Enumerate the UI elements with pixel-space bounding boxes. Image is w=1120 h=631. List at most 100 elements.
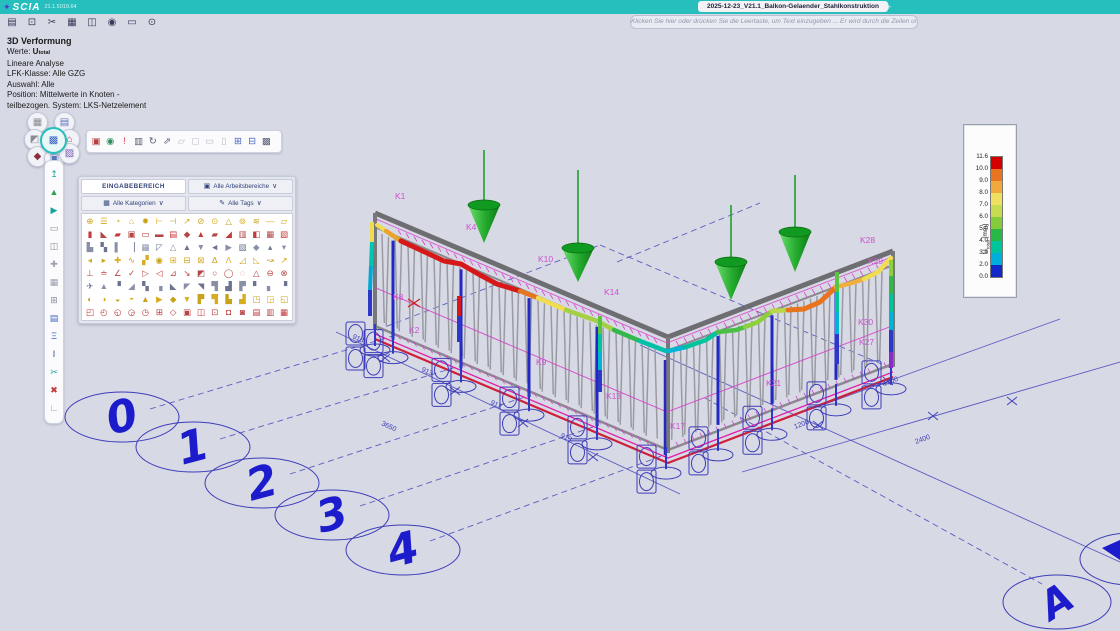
command-icon[interactable]: ▼: [180, 293, 194, 306]
command-icon[interactable]: ▸: [97, 254, 111, 267]
intersect-icon[interactable]: ⊞: [50, 291, 58, 309]
command-icon[interactable]: Λ: [222, 254, 236, 267]
command-icon[interactable]: ◉: [152, 254, 166, 267]
command-icon[interactable]: ▣: [180, 306, 194, 319]
command-icon[interactable]: ▦: [263, 228, 277, 241]
command-icon[interactable]: ▬: [152, 228, 166, 241]
command-icon[interactable]: ◐: [83, 293, 97, 306]
command-icon[interactable]: ▝: [111, 280, 125, 293]
command-icon[interactable]: ▣: [125, 228, 139, 241]
command-icon[interactable]: ◸: [152, 241, 166, 254]
command-icon[interactable]: ⊚: [236, 215, 250, 228]
command-icon[interactable]: ⊟: [180, 254, 194, 267]
command-icon[interactable]: ▲: [180, 241, 194, 254]
camera-icon[interactable]: ◉: [103, 136, 117, 147]
command-icon[interactable]: ◇: [166, 306, 180, 319]
command-icon[interactable]: ◺: [249, 254, 263, 267]
command-icon[interactable]: ▜: [208, 293, 222, 306]
command-icon[interactable]: ▭: [138, 228, 152, 241]
command-icon[interactable]: ⊘: [194, 215, 208, 228]
command-icon[interactable]: △: [249, 267, 263, 280]
command-icon[interactable]: ◯: [222, 267, 236, 280]
command-icon[interactable]: ⊣: [166, 215, 180, 228]
text-cursor-icon[interactable]: I: [53, 345, 56, 363]
print-icon[interactable]: ▦: [62, 15, 82, 31]
new-project-icon[interactable]: ▤: [2, 15, 22, 31]
command-icon[interactable]: —: [263, 215, 277, 228]
command-icon[interactable]: ▲: [194, 228, 208, 241]
command-icon[interactable]: ▝: [277, 280, 291, 293]
command-icon[interactable]: ⊕: [83, 215, 97, 228]
command-icon[interactable]: ▦: [277, 306, 291, 319]
command-icon[interactable]: ▱: [277, 215, 291, 228]
command-icon[interactable]: ↗: [180, 215, 194, 228]
command-icon[interactable]: ☰: [97, 215, 111, 228]
axis-corner-icon[interactable]: ∟: [50, 399, 59, 417]
command-icon[interactable]: ◢: [125, 280, 139, 293]
workspaces-filter[interactable]: ▣ Alle Arbeitsbereiche ∨: [188, 179, 293, 194]
clip-d-icon[interactable]: ▯: [217, 136, 231, 147]
command-icon[interactable]: ○: [208, 267, 222, 280]
command-icon[interactable]: ▮: [83, 228, 97, 241]
window-select-icon[interactable]: ◫: [50, 237, 59, 255]
move-up-icon[interactable]: ▲: [50, 183, 59, 201]
command-icon[interactable]: ◰: [83, 306, 97, 319]
command-icon[interactable]: ◳: [249, 293, 263, 306]
command-icon[interactable]: ◫: [194, 306, 208, 319]
command-icon[interactable]: ▘: [249, 280, 263, 293]
perspective-icon[interactable]: ▩: [259, 136, 273, 147]
command-icon[interactable]: ◣: [97, 228, 111, 241]
cut-tools-icon[interactable]: ✂: [42, 15, 62, 31]
command-icon[interactable]: ↝: [263, 254, 277, 267]
command-icon[interactable]: ◣: [166, 280, 180, 293]
command-icon[interactable]: ▥: [263, 306, 277, 319]
command-icon[interactable]: ◁: [152, 267, 166, 280]
command-icon[interactable]: ◓: [125, 293, 139, 306]
command-icon[interactable]: ▤: [249, 306, 263, 319]
command-icon[interactable]: ◌: [236, 267, 250, 280]
command-icon[interactable]: ▴: [263, 241, 277, 254]
clip-b-icon[interactable]: ◻: [188, 136, 202, 147]
command-icon[interactable]: △: [222, 215, 236, 228]
command-icon[interactable]: ◆: [249, 241, 263, 254]
command-icon[interactable]: ▲: [97, 280, 111, 293]
database-icon[interactable]: ◫: [82, 15, 102, 31]
command-icon[interactable]: ◢: [222, 228, 236, 241]
command-icon[interactable]: ▾: [277, 241, 291, 254]
view-icon[interactable]: ◉: [102, 15, 122, 31]
command-icon[interactable]: ∿: [125, 254, 139, 267]
command-icon[interactable]: ◵: [111, 306, 125, 319]
grid-snap-icon[interactable]: ▦: [50, 273, 59, 291]
command-icon[interactable]: ↗: [277, 254, 291, 267]
tags-filter[interactable]: ✎ Alle Tags ∨: [188, 196, 293, 211]
export-icon[interactable]: ⊡: [22, 15, 42, 31]
command-icon[interactable]: ⊠: [194, 254, 208, 267]
command-icon[interactable]: ▦: [138, 241, 152, 254]
command-icon[interactable]: ▞: [138, 254, 152, 267]
command-icon[interactable]: ◿: [236, 254, 250, 267]
command-icon[interactable]: ◔: [111, 215, 125, 228]
command-icon[interactable]: ✈: [83, 280, 97, 293]
command-icon[interactable]: ◥: [194, 280, 208, 293]
rotate-icon[interactable]: ↻: [146, 136, 160, 147]
command-icon[interactable]: ▟: [222, 280, 236, 293]
command-icon[interactable]: ◆: [166, 293, 180, 306]
command-icon[interactable]: ▶: [222, 241, 236, 254]
box-select-icon[interactable]: ▭: [50, 219, 59, 237]
command-icon[interactable]: ▚: [97, 241, 111, 254]
command-icon[interactable]: ◂: [83, 254, 97, 267]
command-icon[interactable]: ▚: [138, 280, 152, 293]
command-icon[interactable]: ◩: [194, 267, 208, 280]
command-icon[interactable]: ▥: [236, 228, 250, 241]
command-icon[interactable]: ▧: [277, 228, 291, 241]
command-icon[interactable]: ▶: [152, 293, 166, 306]
wire-model-icon[interactable]: ▩: [40, 127, 67, 154]
command-icon[interactable]: ▌: [111, 241, 125, 254]
command-icon[interactable]: ▷: [138, 267, 152, 280]
select-up-icon[interactable]: ↥: [50, 165, 58, 183]
command-icon[interactable]: ⊢: [152, 215, 166, 228]
command-icon[interactable]: ▕: [125, 241, 139, 254]
command-icon[interactable]: ⊡: [208, 306, 222, 319]
new-tab-button[interactable]: +: [886, 0, 891, 14]
command-icon[interactable]: ≋: [249, 215, 263, 228]
